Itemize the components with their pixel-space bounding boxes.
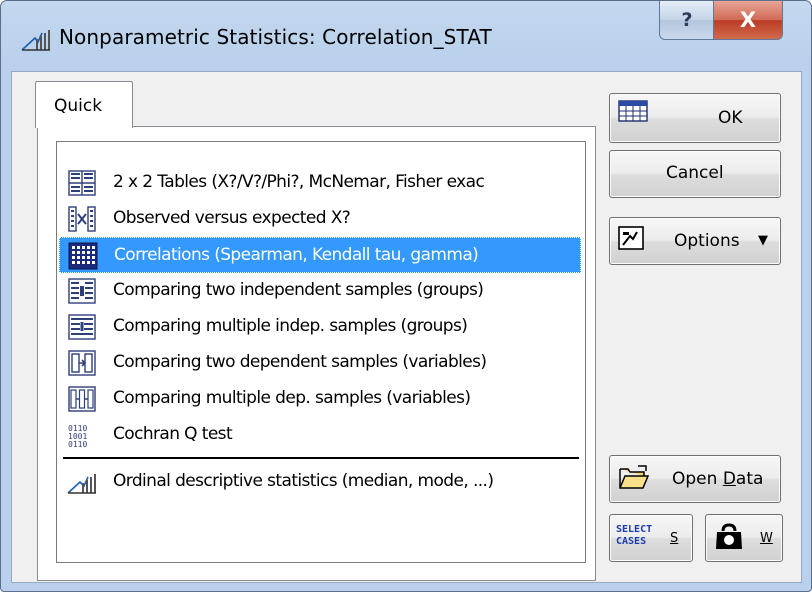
list-item-label: Comparing multiple indep. samples (group… — [113, 316, 468, 336]
cancel-button[interactable]: Cancel — [609, 150, 781, 198]
list-item-label: Correlations (Spearman, Kendall tau, gam… — [114, 245, 479, 265]
list-item-multiple-dependent[interactable]: Comparing multiple dep. samples (variabl… — [59, 381, 581, 417]
list-item-two-independent[interactable]: Comparing two independent samples (group… — [59, 273, 581, 309]
list-item-label: Comparing two dependent samples (variabl… — [113, 352, 487, 372]
list-item-multiple-independent[interactable]: Comparing multiple indep. samples (group… — [59, 309, 581, 345]
help-icon: ? — [681, 9, 693, 31]
weight-icon — [716, 523, 742, 549]
list-item-cochran-q[interactable]: 0110 1001 0110 Cochran Q test — [59, 417, 581, 453]
list-item-2x2-tables[interactable]: 2 x 2 Tables (X?/V?/Phi?, McNemar, Fishe… — [59, 165, 581, 201]
multiple-dependent-icon — [68, 386, 96, 412]
statistics-app-icon — [21, 30, 50, 51]
open-data-button[interactable]: Open Data — [609, 455, 781, 503]
select-cases-shortcut: S — [670, 531, 679, 546]
list-item-observed-expected[interactable]: Observed versus expected X? — [59, 201, 581, 237]
observed-expected-icon — [68, 206, 96, 232]
dialog-window: Nonparametric Statistics: Correlation_ST… — [0, 0, 812, 592]
svg-text:0110: 0110 — [68, 440, 87, 449]
correlation-matrix-icon — [68, 242, 98, 270]
tab-quick-label: Quick — [54, 96, 103, 116]
list-item-label: Comparing multiple dep. samples (variabl… — [113, 388, 471, 408]
select-cases-icon: SELECT CASES — [616, 524, 653, 547]
help-button[interactable]: ? — [659, 1, 715, 40]
list-item-label: 2 x 2 Tables (X?/V?/Phi?, McNemar, Fishe… — [113, 172, 485, 192]
list-item-label: Comparing two independent samples (group… — [113, 280, 484, 300]
options-label: Options — [674, 231, 740, 251]
open-data-label: Open Data — [672, 469, 764, 489]
list-item-label: Observed versus expected X? — [113, 208, 351, 228]
analysis-list[interactable]: 2 x 2 Tables (X?/V?/Phi?, McNemar, Fishe… — [56, 141, 586, 563]
tab-quick[interactable]: Quick — [35, 81, 133, 128]
close-button[interactable]: X — [713, 1, 783, 40]
spreadsheet-icon — [618, 100, 648, 122]
weight-button[interactable]: W — [705, 514, 783, 562]
chevron-down-icon: ▼ — [758, 233, 768, 248]
two-independent-icon — [68, 278, 96, 304]
title-bar[interactable]: Nonparametric Statistics: Correlation_ST… — [1, 1, 811, 63]
ordinal-stats-icon — [67, 474, 96, 494]
options-button[interactable]: Options ▼ — [609, 217, 781, 265]
select-cases-button[interactable]: SELECT CASES S — [609, 514, 693, 562]
window-title: Nonparametric Statistics: Correlation_ST… — [59, 25, 492, 49]
list-item-label: Ordinal descriptive statistics (median, … — [113, 471, 494, 491]
list-item-label: Cochran Q test — [113, 424, 233, 444]
list-item-two-dependent[interactable]: Comparing two dependent samples (variabl… — [59, 345, 581, 381]
list-separator — [63, 457, 579, 459]
list-item-correlations[interactable]: Correlations (Spearman, Kendall tau, gam… — [59, 237, 581, 273]
folder-open-icon — [619, 465, 650, 489]
close-icon: X — [739, 8, 757, 32]
ok-button[interactable]: OK — [609, 93, 781, 143]
weight-shortcut: W — [760, 531, 773, 546]
list-item-ordinal-descriptive[interactable]: Ordinal descriptive statistics (median, … — [59, 464, 581, 500]
two-dependent-icon — [68, 350, 96, 376]
options-icon — [618, 226, 644, 250]
binary-data-icon: 0110 1001 0110 — [68, 424, 87, 449]
ok-label: OK — [718, 108, 743, 128]
multiple-independent-icon — [68, 314, 96, 340]
table-2x2-icon — [68, 170, 96, 196]
cancel-label: Cancel — [666, 163, 724, 183]
